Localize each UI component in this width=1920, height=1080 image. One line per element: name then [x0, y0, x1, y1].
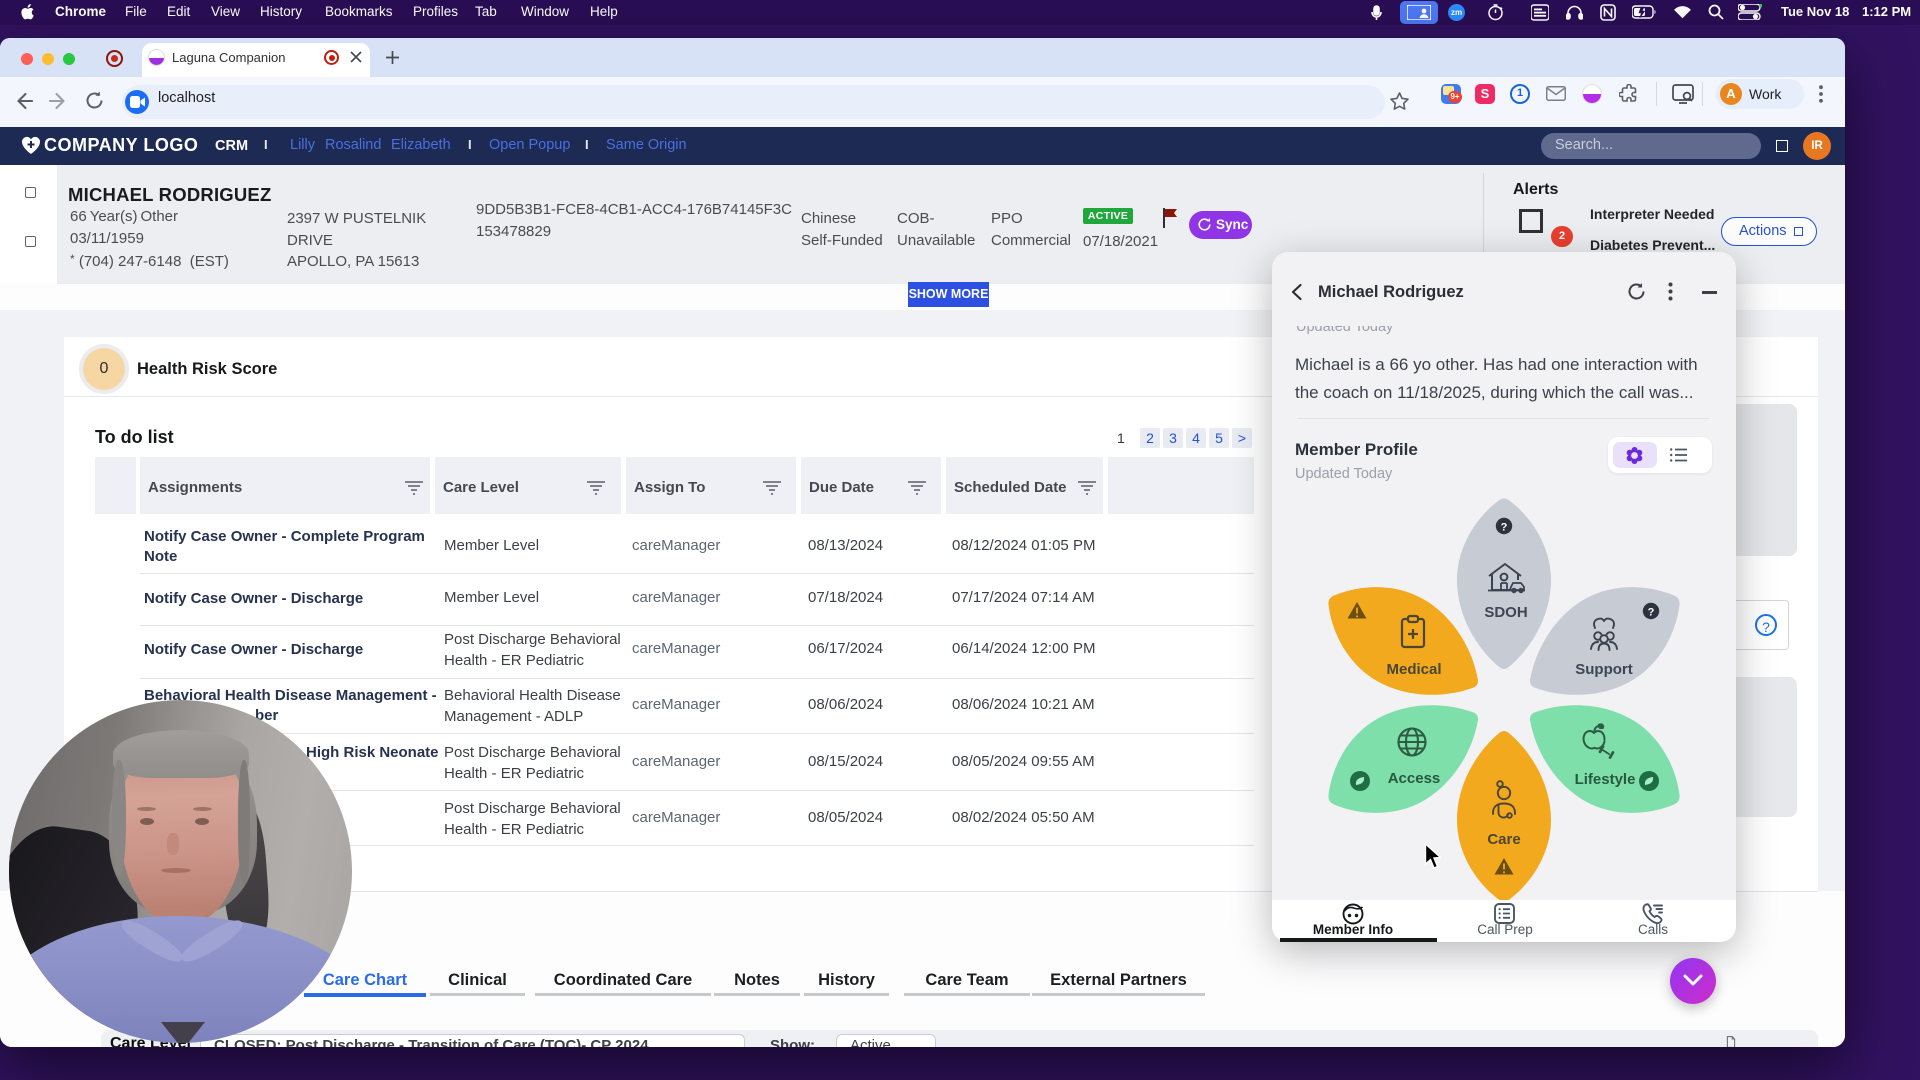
svg-text:SDOH: SDOH — [1484, 604, 1527, 621]
svg-text:Access: Access — [1388, 770, 1441, 787]
svg-text:Support: Support — [1575, 661, 1633, 678]
svg-text:Lifestyle: Lifestyle — [1575, 771, 1636, 788]
svg-text:Medical: Medical — [1386, 661, 1441, 678]
svg-text:?: ? — [1648, 607, 1655, 619]
svg-text:Care: Care — [1487, 831, 1520, 848]
svg-text:?: ? — [1501, 522, 1508, 534]
